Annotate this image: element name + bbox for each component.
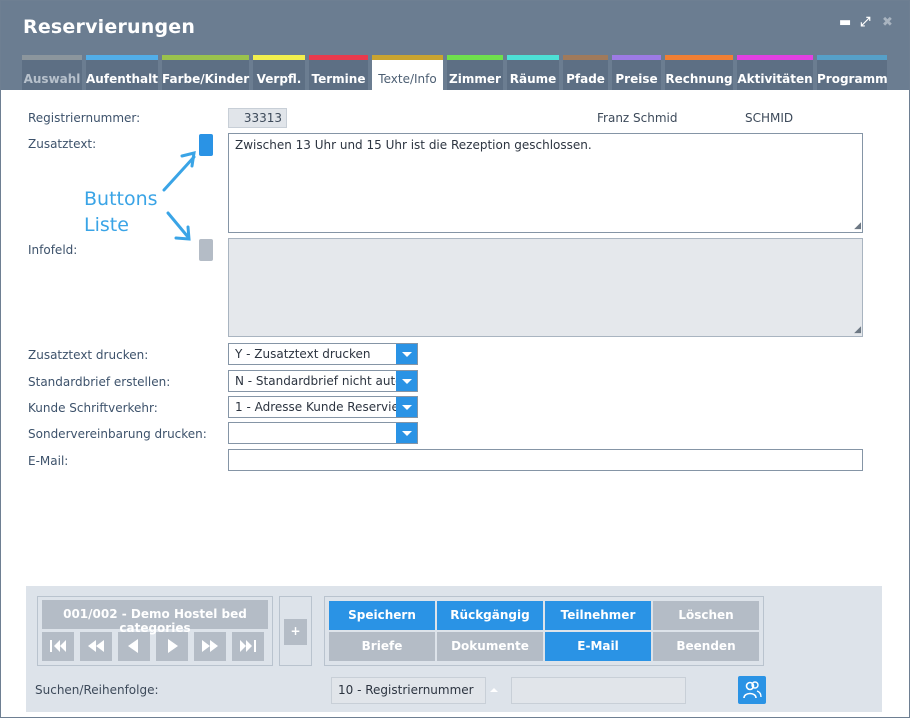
sondervereinbarung-label: Sondervereinbarung drucken: [28,427,207,441]
kunde-schriftverkehr-value: 1 - Adresse Kunde Reservierung [235,400,397,414]
add-panel: + [279,596,312,666]
delete-button[interactable]: Löschen [653,601,759,630]
chevron-down-icon[interactable] [396,371,417,391]
zusatztext-value: Zwischen 13 Uhr und 15 Uhr ist die Rezep… [235,138,592,152]
zusatztext-label: Zusatztext: [28,137,97,151]
tab-verpfl[interactable]: Verpfl. [253,55,305,90]
email-field[interactable] [228,449,863,471]
save-button[interactable]: Speichern [329,601,435,630]
record-navigation: 001/002 - Demo Hostel bed categories [37,596,273,666]
annotation-buttons: Buttons [84,188,158,210]
sondervereinbarung-select[interactable] [228,422,418,444]
search-order-select[interactable]: 10 - Registriernummer [331,677,486,704]
resize-grip-icon[interactable]: ◢ [854,221,861,231]
standardbrief-value: N - Standardbrief nicht automatisch [235,374,397,388]
undo-button[interactable]: Rückgängig [437,601,543,630]
close-icon[interactable]: ✖ [882,15,893,30]
users-icon [743,681,762,699]
guest-code: SCHMID [745,111,794,125]
resize-grip-icon[interactable]: ◢ [854,325,861,335]
infofeld-textarea[interactable]: ◢ [228,238,863,337]
documents-button[interactable]: Dokumente [437,632,543,661]
standardbrief-select[interactable]: N - Standardbrief nicht automatisch [228,370,418,392]
infofeld-label: Infofeld: [28,243,78,257]
tab-programm[interactable]: Programm [817,55,888,90]
zusatztext-drucken-label: Zusatztext drucken: [28,348,149,362]
tab-texte-info[interactable]: Texte/Info [372,55,443,90]
last-icon[interactable] [232,632,264,661]
search-input[interactable] [511,677,686,704]
kunde-schriftverkehr-select[interactable]: 1 - Adresse Kunde Reservierung [228,396,418,418]
standardbrief-label: Standardbrief erstellen: [28,375,171,389]
participants-button[interactable]: Teilnehmer [545,601,651,630]
tab-farbe-kinder[interactable]: Farbe/Kinder [162,55,249,90]
zusatztext-drucken-value: Y - Zusatztext drucken [235,347,371,361]
tab-aktivitaeten[interactable]: Aktivitäten [737,55,813,90]
tab-aufenthalt[interactable]: Aufenthalt [86,55,158,90]
fast-forward-icon[interactable] [194,632,226,661]
letters-button[interactable]: Briefe [329,632,435,661]
guest-name: Franz Schmid [597,111,678,125]
annotation-liste: Liste [84,214,129,236]
footer-panel: 001/002 - Demo Hostel bed categories + S… [26,586,882,712]
window-title: Reservierungen [23,16,196,38]
zusatztext-textarea[interactable]: Zwischen 13 Uhr und 15 Uhr ist die Rezep… [228,133,863,233]
close-button[interactable]: Beenden [653,632,759,661]
first-icon[interactable] [42,632,74,661]
registriernummer-field: 33313 [228,108,287,128]
action-buttons: Speichern Rückgängig Teilnehmer Löschen … [324,596,764,666]
add-button[interactable]: + [284,619,307,645]
chevron-down-icon[interactable] [396,344,417,364]
minimize-icon[interactable]: ▬ [839,15,851,30]
chevron-down-icon[interactable] [396,423,417,443]
email-label: E-Mail: [28,454,69,468]
prev-icon[interactable] [118,632,150,661]
infofeld-list-button[interactable] [199,239,213,261]
tab-raeume[interactable]: Räume [507,55,559,90]
title-bar: Reservierungen ▬ ⤢ ✖ Auswahl Aufenthalt … [1,1,909,90]
rewind-icon[interactable] [80,632,112,661]
maximize-icon[interactable]: ⤢ [860,15,870,30]
tab-pfade[interactable]: Pfade [563,55,608,90]
kunde-schriftverkehr-label: Kunde Schriftverkehr: [28,401,158,415]
registriernummer-label: Registriernummer: [28,111,141,125]
sort-up-icon[interactable] [490,688,498,692]
guest-search-button[interactable] [738,676,766,704]
reservation-window: Reservierungen ▬ ⤢ ✖ Auswahl Aufenthalt … [0,0,910,718]
email-button[interactable]: E-Mail [545,632,651,661]
chevron-down-icon[interactable] [396,397,417,417]
zusatztext-drucken-select[interactable]: Y - Zusatztext drucken [228,343,418,365]
next-icon[interactable] [156,632,188,661]
tab-termine[interactable]: Termine [309,55,368,90]
record-indicator: 001/002 - Demo Hostel bed categories [42,600,268,635]
tab-auswahl[interactable]: Auswahl [22,55,82,90]
annotation-arrows-icon [162,150,196,241]
search-label: Suchen/Reihenfolge: [35,683,159,697]
tab-zimmer[interactable]: Zimmer [447,55,503,90]
tab-preise[interactable]: Preise [612,55,661,90]
tab-rechnung[interactable]: Rechnung [665,55,733,90]
